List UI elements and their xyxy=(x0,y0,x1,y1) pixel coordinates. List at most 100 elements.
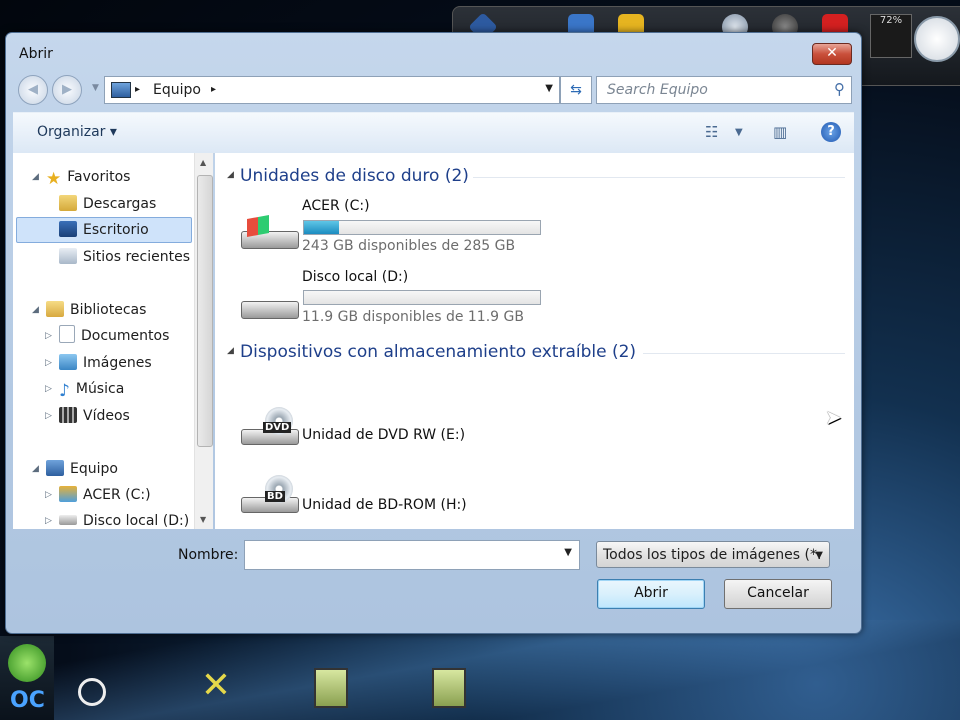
desktop-icon xyxy=(59,221,77,237)
address-bar[interactable]: ▸ Equipo ▸ ▼ xyxy=(104,76,560,104)
nav-item-videos[interactable]: ▷ Vídeos xyxy=(45,404,130,428)
nav-item-documentos[interactable]: ▷ Documentos xyxy=(45,324,169,348)
expand-arrow-icon[interactable]: ▷ xyxy=(45,351,52,375)
forward-button[interactable]: ▶ xyxy=(52,75,82,105)
x-desktop-icon[interactable]: ✕ xyxy=(196,668,236,708)
back-button[interactable]: ◀ xyxy=(18,75,48,105)
dvd-badge: DVD xyxy=(263,422,292,433)
nav-libraries-label: Bibliotecas xyxy=(70,302,147,318)
pictures-icon xyxy=(59,354,77,370)
address-dropdown-icon[interactable]: ▼ xyxy=(545,83,553,94)
nav-item-imagenes[interactable]: ▷ Imágenes xyxy=(45,351,152,375)
nav-computer[interactable]: ◢ Equipo xyxy=(32,457,118,481)
drive-name[interactable]: Disco local (D:) xyxy=(302,269,408,285)
drive-free-space: 243 GB disponibles de 285 GB xyxy=(302,238,516,254)
nav-libraries[interactable]: ◢ Bibliotecas xyxy=(32,298,147,322)
breadcrumb-equipo[interactable]: Equipo xyxy=(153,82,201,98)
window-title: Abrir xyxy=(19,46,53,62)
close-button[interactable]: ✕ xyxy=(812,43,852,65)
expand-arrow-icon[interactable]: ▷ xyxy=(45,404,52,428)
device-name[interactable]: Unidad de BD-ROM (H:) xyxy=(302,497,467,513)
nav-item-acer[interactable]: ▷ ACER (C:) xyxy=(45,483,151,507)
downloads-folder-icon xyxy=(59,195,77,211)
collapse-arrow-icon[interactable]: ◢ xyxy=(32,165,39,189)
lock-desktop-icon[interactable] xyxy=(78,678,106,706)
drive-usage-fill xyxy=(304,221,340,234)
breadcrumb-separator-icon[interactable]: ▸ xyxy=(211,84,216,95)
nav-item-descargas[interactable]: Descargas xyxy=(59,192,156,216)
filename-combobox[interactable]: ▼ xyxy=(244,540,580,570)
view-options-icon[interactable]: ☷ xyxy=(705,123,718,141)
collapse-arrow-icon[interactable]: ◢ xyxy=(32,298,39,322)
file-type-filter[interactable]: Todos los tipos de imágenes (*. ▼ xyxy=(596,541,830,568)
collapse-arrow-icon[interactable]: ◢ xyxy=(227,346,234,356)
nav-item-label: Vídeos xyxy=(83,408,130,424)
view-dropdown-icon[interactable]: ▼ xyxy=(735,127,743,138)
computer-icon xyxy=(46,460,64,476)
collapse-arrow-icon[interactable]: ◢ xyxy=(32,457,39,481)
start-orb-icon[interactable] xyxy=(8,644,46,682)
group-title: Unidades de disco duro (2) xyxy=(240,166,469,186)
breadcrumb-separator-icon[interactable]: ▸ xyxy=(135,84,140,95)
drive-usage-bar xyxy=(303,290,541,305)
taskbar-left: OC xyxy=(0,636,54,720)
preview-pane-icon[interactable]: ▥ xyxy=(773,123,787,141)
group-header-hard-drives[interactable]: ◢ Unidades de disco duro (2) xyxy=(227,166,469,186)
expand-arrow-icon[interactable]: ▷ xyxy=(45,324,52,348)
expand-arrow-icon[interactable]: ▷ xyxy=(45,483,52,507)
nav-favorites[interactable]: ◢ ★ Favoritos xyxy=(32,165,131,189)
open-button[interactable]: Abrir xyxy=(597,579,705,609)
expand-arrow-icon[interactable]: ▷ xyxy=(45,377,52,401)
recent-pages-arrow-icon[interactable]: ▼ xyxy=(92,83,99,93)
group-divider xyxy=(643,353,845,354)
drive-icon xyxy=(59,515,77,525)
dvd-drive-icon: DVD xyxy=(239,407,299,447)
chevron-down-icon[interactable]: ▼ xyxy=(815,542,823,567)
nav-item-label: Imágenes xyxy=(83,355,152,371)
scrollbar-thumb[interactable] xyxy=(197,175,213,447)
nav-item-sitios-recientes[interactable]: Sitios recientes xyxy=(59,245,190,269)
nav-computer-label: Equipo xyxy=(70,461,118,477)
wallpaper-swirl xyxy=(0,620,960,720)
chevron-down-icon[interactable]: ▼ xyxy=(564,547,572,558)
refresh-button[interactable]: ⇆ xyxy=(560,76,592,104)
open-dialog: Abrir ✕ ◀ ▶ ▼ ▸ Equipo ▸ ▼ ⇆ ⚲ Organizar… xyxy=(5,32,862,634)
device-name[interactable]: Unidad de DVD RW (E:) xyxy=(302,427,465,443)
scroll-down-arrow-icon[interactable]: ▼ xyxy=(200,515,206,524)
filename-input[interactable] xyxy=(249,545,553,563)
windows-drive-icon xyxy=(239,211,299,251)
cpu-meter-gadget: 72% xyxy=(870,14,912,58)
nav-item-label: Sitios recientes xyxy=(83,249,190,265)
drive-name[interactable]: ACER (C:) xyxy=(302,198,370,214)
content-pane: ◢ Unidades de disco duro (2) ACER (C:) 2… xyxy=(215,153,854,529)
library-icon xyxy=(46,301,64,317)
documents-icon xyxy=(59,325,75,343)
nav-item-musica[interactable]: ▷ ♪ Música xyxy=(45,377,124,401)
collapse-arrow-icon[interactable]: ◢ xyxy=(227,170,234,180)
search-input[interactable] xyxy=(605,81,819,99)
search-icon[interactable]: ⚲ xyxy=(834,80,845,98)
bd-drive-icon: BD xyxy=(239,475,299,515)
system-drive-icon xyxy=(59,486,77,502)
nav-item-label: ACER (C:) xyxy=(83,487,151,503)
group-divider xyxy=(473,177,845,178)
nav-item-disco-local[interactable]: ▷ Disco local (D:) xyxy=(45,509,189,529)
expand-arrow-icon[interactable]: ▷ xyxy=(45,509,52,529)
file-type-value: Todos los tipos de imágenes (*. xyxy=(603,547,822,563)
video-file-icon-2[interactable] xyxy=(432,668,466,708)
cancel-button[interactable]: Cancelar xyxy=(724,579,832,609)
video-file-icon[interactable] xyxy=(314,668,348,708)
recent-places-icon xyxy=(59,248,77,264)
help-icon[interactable]: ? xyxy=(821,122,841,142)
nav-favorites-label: Favoritos xyxy=(67,169,131,185)
filename-label: Nombre: xyxy=(178,547,239,563)
cpu-percent: 72% xyxy=(879,15,903,26)
group-title: Dispositivos con almacenamiento extraíbl… xyxy=(240,342,637,362)
scroll-up-arrow-icon[interactable]: ▲ xyxy=(200,158,206,167)
videos-icon xyxy=(59,407,77,423)
nav-item-escritorio[interactable]: Escritorio xyxy=(59,218,149,242)
organize-button[interactable]: Organizar ▾ xyxy=(37,124,117,140)
group-header-removable[interactable]: ◢ Dispositivos con almacenamiento extraí… xyxy=(227,342,637,362)
nav-scrollbar[interactable]: ▲ ▼ xyxy=(194,153,213,529)
search-box[interactable]: ⚲ xyxy=(596,76,852,104)
